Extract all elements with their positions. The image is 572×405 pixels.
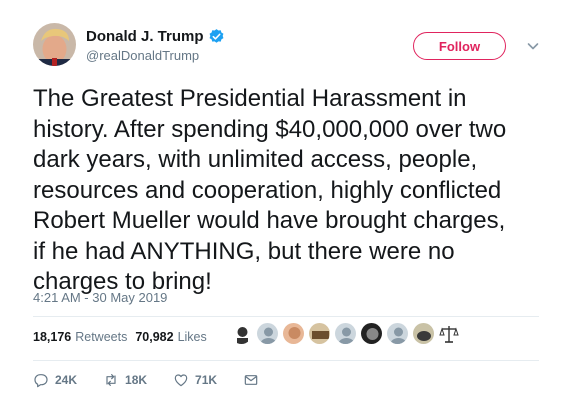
liker-avatar[interactable]	[282, 322, 305, 345]
retweet-icon	[106, 374, 116, 386]
verified-badge-icon	[208, 28, 225, 45]
tweet-text: The Greatest Presidential Harassment in …	[33, 85, 507, 295]
like-count[interactable]: 70,982	[135, 330, 173, 344]
divider	[33, 360, 539, 361]
retweet-count[interactable]: 18,176	[33, 330, 71, 344]
liker-avatar[interactable]	[386, 322, 409, 345]
like-count-action: 71K	[195, 373, 218, 387]
scales-icon[interactable]	[439, 324, 459, 344]
tweet-header: Donald J. Trump @realDonaldTrump Follow	[33, 23, 553, 73]
liker-avatar[interactable]	[412, 322, 435, 345]
tweet-actions: 24K 18K 71K	[33, 370, 291, 390]
liker-avatar[interactable]	[230, 322, 253, 345]
liker-avatar[interactable]	[308, 322, 331, 345]
tweet-stats: 18,176 Retweets 70,982 Likes	[33, 328, 215, 346]
retweet-count-action: 18K	[125, 373, 148, 387]
like-label[interactable]: Likes	[178, 330, 207, 344]
liker-avatars	[230, 322, 459, 352]
liker-avatar[interactable]	[334, 322, 357, 345]
direct-message-button[interactable]	[243, 372, 265, 388]
retweet-button[interactable]: 18K	[103, 372, 147, 388]
liker-avatar[interactable]	[360, 322, 383, 345]
chevron-down-icon[interactable]	[526, 39, 540, 53]
user-info: Donald J. Trump @realDonaldTrump	[86, 26, 225, 63]
user-handle[interactable]: @realDonaldTrump	[86, 48, 225, 63]
like-button[interactable]: 71K	[173, 372, 217, 388]
follow-button[interactable]: Follow	[413, 32, 506, 60]
reply-count: 24K	[55, 373, 78, 387]
tweet-timestamp[interactable]: 4:21 AM - 30 May 2019	[33, 290, 167, 305]
display-name[interactable]: Donald J. Trump	[86, 28, 204, 45]
heart-icon	[174, 374, 188, 387]
retweet-label[interactable]: Retweets	[75, 330, 127, 344]
liker-avatar[interactable]	[256, 322, 279, 345]
reply-icon	[34, 374, 48, 388]
avatar[interactable]	[33, 23, 76, 66]
divider	[33, 316, 539, 317]
envelope-icon	[244, 375, 258, 385]
reply-button[interactable]: 24K	[33, 372, 77, 388]
